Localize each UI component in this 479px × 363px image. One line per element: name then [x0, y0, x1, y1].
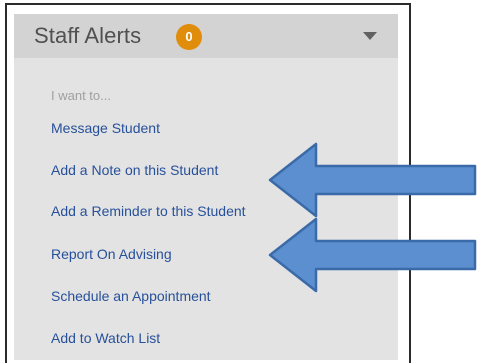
arrow-shape-2: [268, 217, 477, 293]
message-student-link[interactable]: Message Student: [51, 120, 160, 136]
schedule-appointment-link[interactable]: Schedule an Appointment: [51, 288, 211, 304]
annotation-arrow-1: [268, 142, 477, 218]
panel-title: Staff Alerts: [34, 23, 142, 48]
staff-alerts-header[interactable]: Staff Alerts 0: [14, 14, 398, 58]
report-on-advising-link[interactable]: Report On Advising: [51, 246, 172, 262]
arrow-shape-1: [268, 142, 477, 218]
add-note-link[interactable]: Add a Note on this Student: [51, 162, 218, 178]
caret-down-icon[interactable]: [363, 32, 377, 40]
annotation-arrow-2: [268, 217, 477, 293]
add-reminder-link[interactable]: Add a Reminder to this Student: [51, 203, 246, 219]
menu-heading: I want to...: [51, 88, 111, 103]
add-to-watch-list-link[interactable]: Add to Watch List: [51, 330, 160, 346]
alert-count-badge: 0: [176, 24, 202, 50]
